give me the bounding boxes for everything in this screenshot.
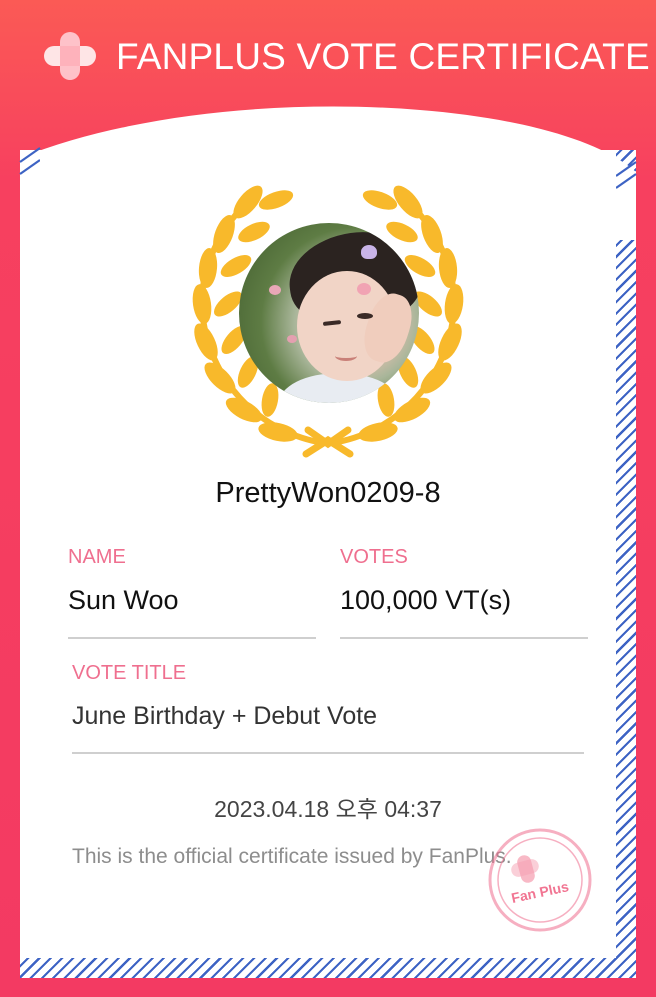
vote-title-value: June Birthday + Debut Vote [72,702,378,730]
vote-title-label: VOTE TITLE [72,662,187,684]
fanplus-stamp-icon: Fan Plus [488,828,592,932]
votes-value: 100,000 VT(s) [340,585,512,615]
voter-nickname: PrettyWon0209-8 [215,477,441,509]
official-note: This is the official certificate issued … [72,845,512,868]
votes-label: VOTES [340,546,408,568]
butterfly-sticker [269,285,281,295]
photo-mouth [335,351,357,361]
votes-divider [340,637,588,639]
issue-date: 2023.04.18 오후 04:37 [214,796,442,822]
butterfly-sticker [287,335,297,343]
photo-eye-right [357,313,373,319]
name-label: NAME [68,546,126,568]
profile-photo [239,223,419,403]
stamp-text: Fan Plus [510,878,571,906]
name-divider [68,637,316,639]
butterfly-sticker [357,283,371,295]
vote-title-divider [72,752,584,754]
header-title: FANPLUS VOTE CERTIFICATE [116,36,650,77]
fanplus-logo-icon [44,32,96,80]
header: FANPLUS VOTE CERTIFICATE [0,0,656,110]
name-value: Sun Woo [68,585,179,615]
butterfly-sticker [361,245,377,259]
